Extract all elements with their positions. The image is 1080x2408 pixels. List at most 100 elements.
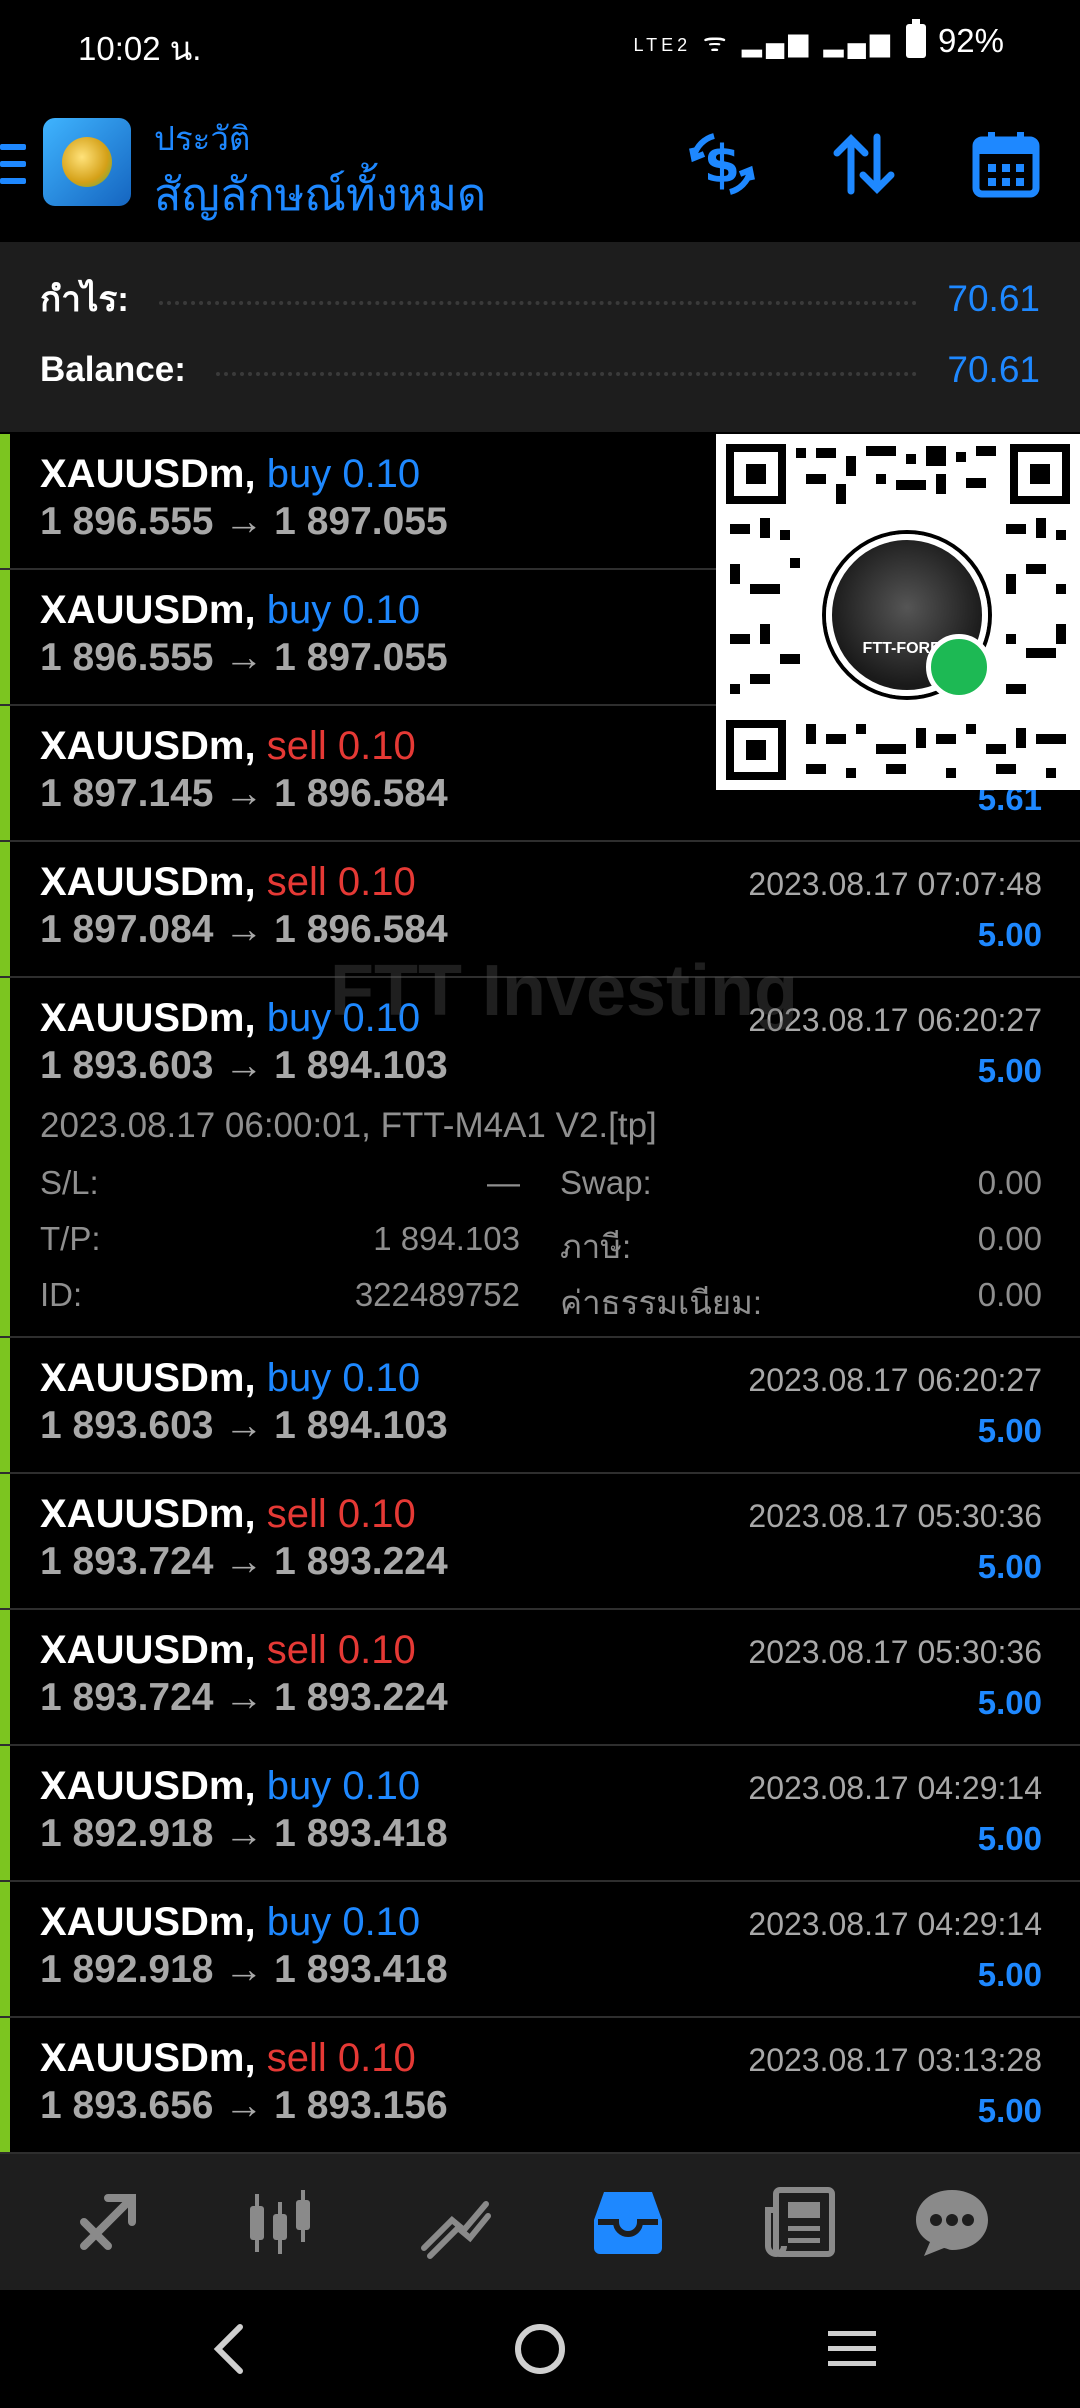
deal-time: 2023.08.17 06:20:27 [748, 1362, 1042, 1398]
deal-prices: 1 893.603 → 1 894.103 [40, 1044, 448, 1087]
commission-value: 0.00 [977, 1276, 1042, 1313]
deal-row[interactable]: XAUUSDm, buy 0.10 1 892.918 → 1 893.418 … [0, 1882, 1080, 2018]
deal-type: sell 0.10 [266, 1492, 416, 1536]
deal-profit: 5.00 [977, 1684, 1042, 1721]
deal-row[interactable]: XAUUSDm, sell 0.10 1 893.724 → 1 893.224… [0, 1474, 1080, 1610]
qr-code-overlay: FTT-FOREX [716, 434, 1080, 790]
news-icon[interactable] [758, 2180, 842, 2264]
deal-symbol: XAUUSDm, [40, 860, 256, 904]
status-time: 10:02 น. [78, 30, 202, 67]
app-bar: ประวัติ สัญลักษณ์ทั้งหมด $ [0, 86, 1080, 242]
network-label: LTE2 [633, 35, 692, 55]
status-indicators: LTE2 ᯤ ▂▄▆ ▂▄▆ 92% [633, 19, 1004, 60]
profit-bar [0, 978, 10, 1336]
deal-symbol: XAUUSDm, [40, 724, 256, 768]
id-label: ID: [40, 1276, 83, 1313]
battery-level: 92% [937, 22, 1004, 59]
profit-bar [0, 434, 10, 568]
tax-label: ภาษี: [560, 1228, 632, 1265]
swap-label: Swap: [560, 1164, 652, 1201]
balance-label: Balance: [40, 350, 186, 389]
trade-icon[interactable] [66, 2180, 150, 2264]
deal-symbol: XAUUSDm, [40, 1356, 256, 1400]
deal-time: 2023.08.17 05:30:36 [748, 1498, 1042, 1534]
deal-symbol: XAUUSDm, [40, 1628, 256, 1672]
tax-value: 0.00 [977, 1220, 1042, 1257]
deal-row[interactable]: XAUUSDm, buy 0.10 1 892.918 → 1 893.418 … [0, 1746, 1080, 1882]
deal-profit: 5.00 [977, 1548, 1042, 1585]
tp-value: 1 894.103 [373, 1220, 520, 1257]
profit-bar [0, 1474, 10, 1608]
home-icon[interactable] [500, 2314, 580, 2384]
deal-prices: 1 897.145 → 1 896.584 [40, 772, 448, 815]
divider-dots [215, 372, 918, 376]
deal-prices: 1 893.724 → 1 893.224 [40, 1540, 448, 1583]
system-nav-bar [0, 2290, 1080, 2408]
divider-dots [158, 301, 918, 305]
deal-type: buy 0.10 [266, 452, 421, 496]
signal-icon: LTE2 ᯤ ▂▄▆ ▂▄▆ [633, 27, 894, 57]
trend-icon[interactable] [412, 2180, 496, 2264]
deal-type: sell 0.10 [266, 1628, 416, 1672]
deal-time: 2023.08.17 03:13:28 [748, 2042, 1042, 2078]
deal-row[interactable]: XAUUSDm, sell 0.10 1 893.724 → 1 893.224… [0, 1610, 1080, 1746]
deal-profit: 5.00 [977, 916, 1042, 953]
swap-value: 0.00 [977, 1164, 1042, 1201]
profit-bar [0, 1882, 10, 2016]
svg-text:$: $ [704, 135, 740, 195]
deal-symbol: XAUUSDm, [40, 1492, 256, 1536]
symbol-filter-title[interactable]: สัญลักษณ์ทั้งหมด [154, 158, 486, 230]
deal-type: buy 0.10 [266, 1356, 421, 1400]
back-icon[interactable] [188, 2314, 268, 2384]
deal-prices: 1 896.555 → 1 897.055 [40, 636, 448, 679]
sort-icon[interactable] [822, 122, 906, 206]
deal-time: 2023.08.17 07:07:48 [748, 866, 1042, 902]
app-logo [43, 118, 131, 206]
deal-prices: 1 896.555 → 1 897.055 [40, 500, 448, 543]
chat-icon[interactable] [910, 2180, 994, 2264]
deal-profit: 5.00 [977, 2092, 1042, 2129]
profit-bar [0, 1338, 10, 1472]
bottom-nav [0, 2154, 1080, 2290]
deal-symbol: XAUUSDm, [40, 1900, 256, 1944]
profit-bar [0, 570, 10, 704]
deal-time: 2023.08.17 04:29:14 [748, 1770, 1042, 1806]
profit-row: กำไร: 70.61 [40, 269, 1040, 329]
summary-panel: กำไร: 70.61 Balance: 70.61 [0, 242, 1080, 432]
profit-bar [0, 842, 10, 976]
deal-row[interactable]: XAUUSDm, buy 0.10 1 893.603 → 1 894.103 … [0, 1338, 1080, 1474]
deal-type: sell 0.10 [266, 860, 416, 904]
profit-bar [0, 1746, 10, 1880]
profit-bar [0, 1610, 10, 1744]
tp-label: T/P: [40, 1220, 101, 1257]
deal-type: sell 0.10 [266, 2036, 416, 2080]
deal-row[interactable]: XAUUSDm, sell 0.10 1 893.656 → 1 893.156… [0, 2018, 1080, 2154]
battery-icon [905, 19, 926, 58]
deal-type: buy 0.10 [266, 1764, 421, 1808]
deal-time: 2023.08.17 04:29:14 [748, 1906, 1042, 1942]
balance-value: 70.61 [947, 349, 1040, 390]
watermark-text: FTT Investing [330, 951, 798, 1031]
deal-profit: 5.00 [977, 1052, 1042, 1089]
deal-symbol: XAUUSDm, [40, 1764, 256, 1808]
deal-open-info: 2023.08.17 06:00:01, FTT-M4A1 V2.[tp] [40, 1106, 657, 1145]
deal-symbol: XAUUSDm, [40, 452, 256, 496]
deal-profit: 5.00 [977, 1412, 1042, 1449]
history-icon[interactable] [586, 2180, 670, 2264]
profit-bar [0, 706, 10, 840]
deal-time: 2023.08.17 05:30:36 [748, 1634, 1042, 1670]
deal-symbol: XAUUSDm, [40, 2036, 256, 2080]
menu-icon[interactable] [0, 144, 26, 184]
sl-label: S/L: [40, 1164, 99, 1201]
sl-value: — [487, 1164, 520, 1201]
chart-icon[interactable] [238, 2180, 322, 2264]
chat-app-badge-icon [926, 634, 992, 700]
profit-bar [0, 2018, 10, 2152]
currency-exchange-icon[interactable]: $ [680, 122, 764, 206]
deal-row-expanded[interactable]: XAUUSDm, buy 0.10 1 893.603 → 1 894.103 … [0, 978, 1080, 1338]
calendar-icon[interactable] [964, 122, 1048, 206]
recent-apps-icon[interactable] [812, 2314, 892, 2384]
profit-value: 70.61 [947, 278, 1040, 319]
id-value: 322489752 [354, 1276, 520, 1313]
balance-row: Balance: 70.61 [40, 340, 1040, 400]
